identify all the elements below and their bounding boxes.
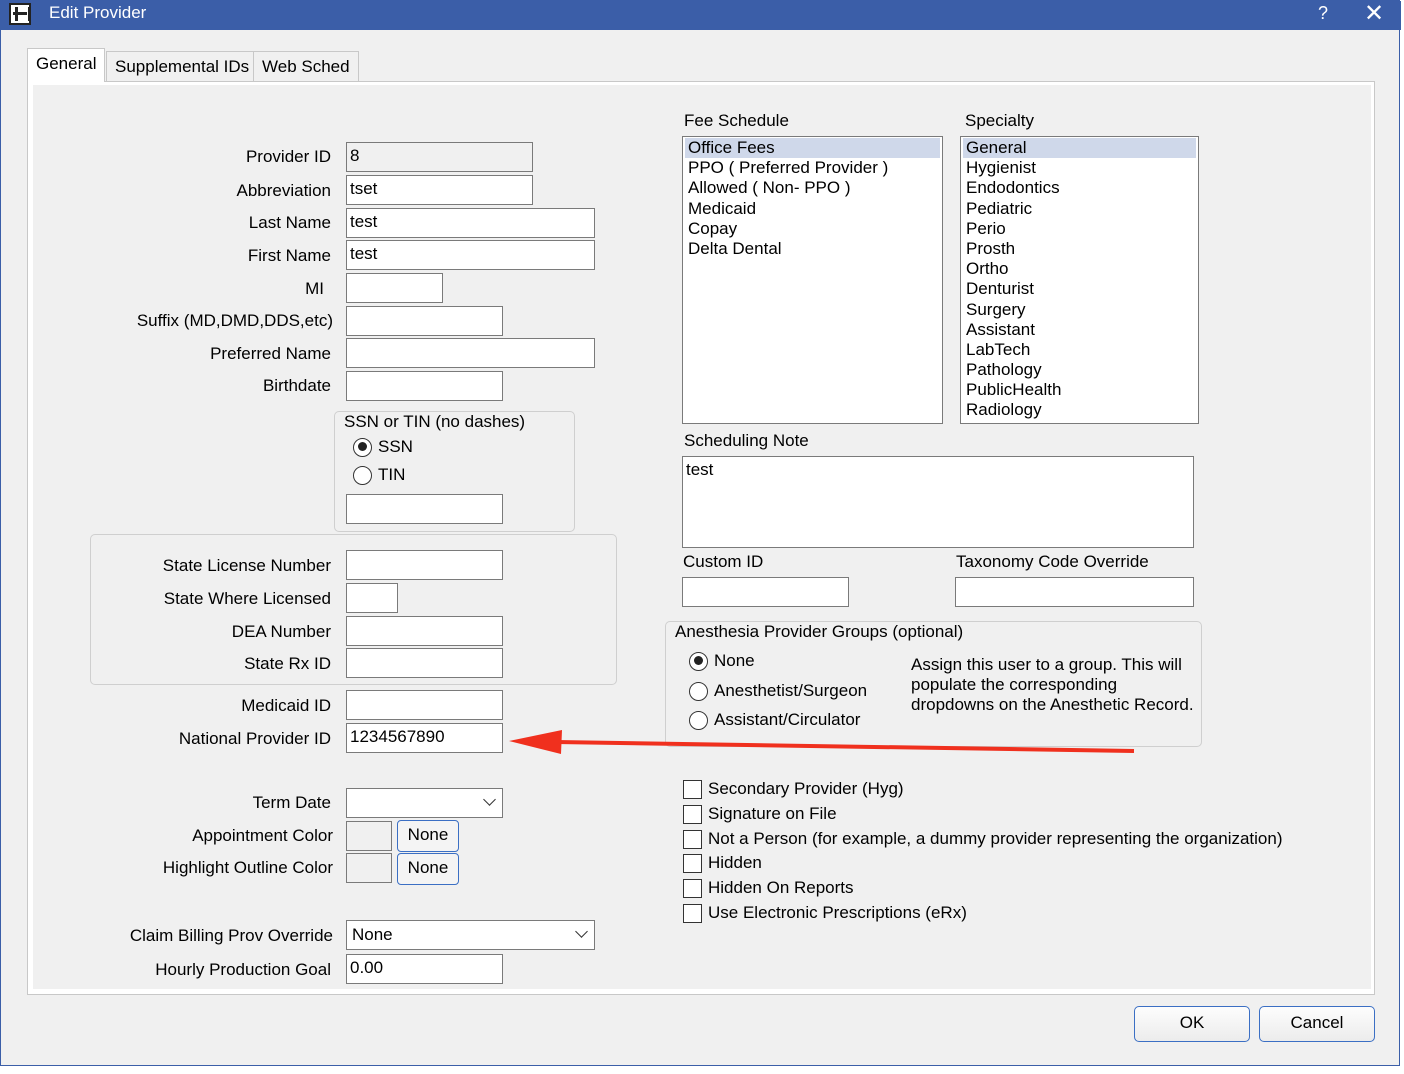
- annotation-arrow-line: [555, 740, 1135, 753]
- annotation-arrow: [509, 730, 1135, 754]
- annotation-arrow-head: [509, 730, 562, 754]
- tab-general[interactable]: General: [27, 48, 106, 82]
